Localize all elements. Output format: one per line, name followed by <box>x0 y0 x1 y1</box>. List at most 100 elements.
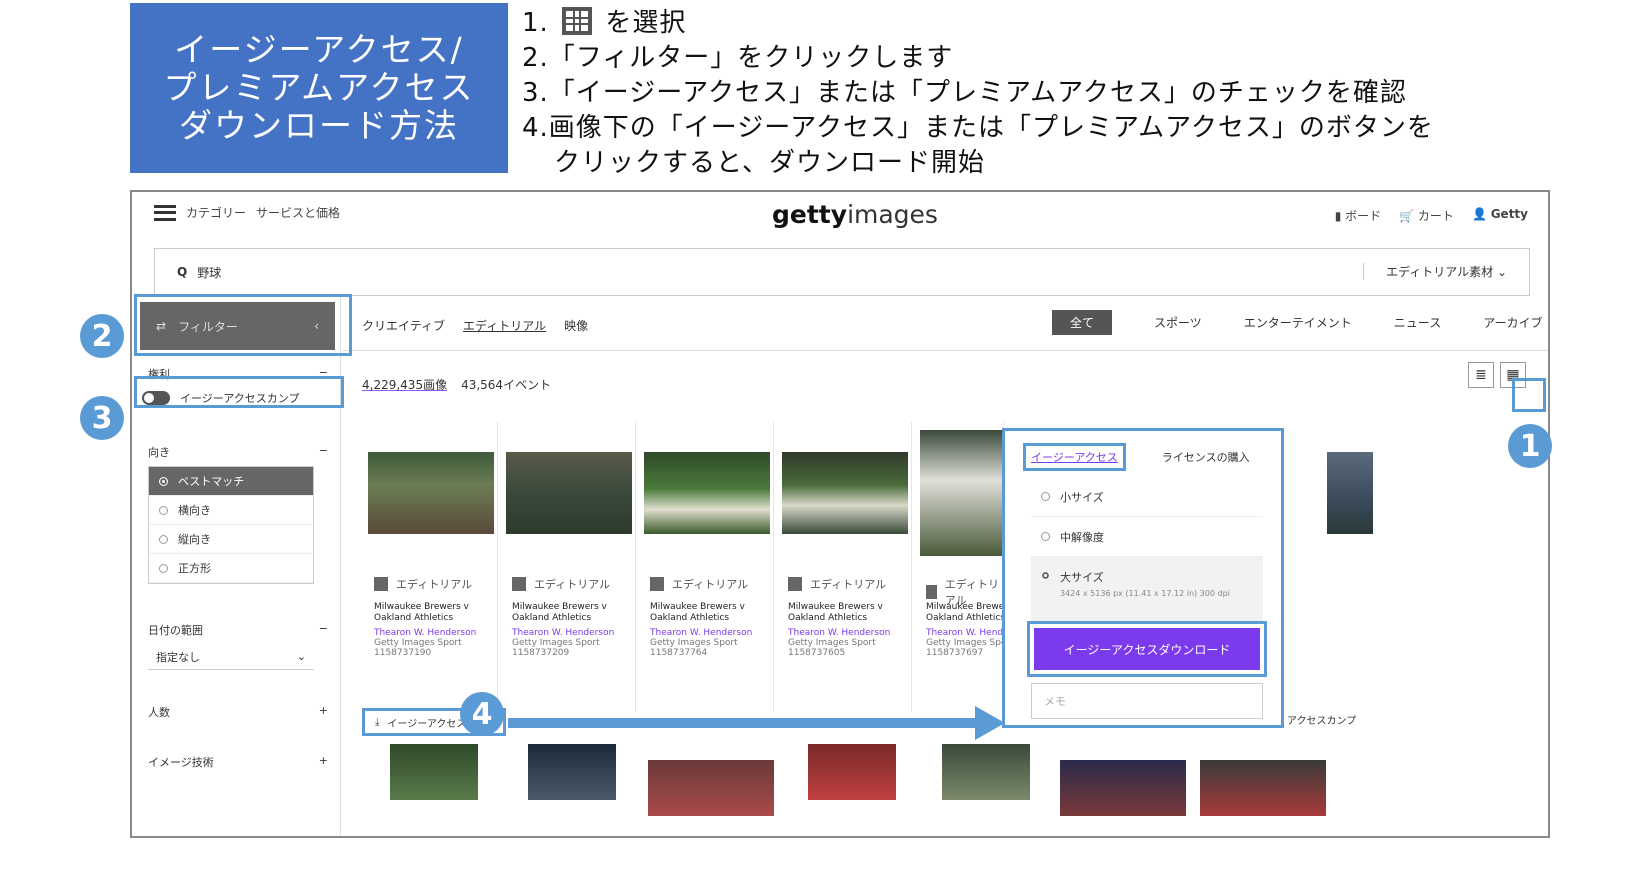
radio-icon <box>159 505 168 515</box>
hamburger-icon[interactable] <box>154 204 176 221</box>
orientation-option[interactable]: 縦向き <box>149 525 313 554</box>
instruction-steps: 1. を選択 2.「フィルター」をクリックします 3.「イージーアクセス」または… <box>522 6 1434 181</box>
image-meta: Thearon W. HendersonGetty Images Sport11… <box>926 628 1004 658</box>
orientation-option[interactable]: ベストマッチ <box>149 467 313 496</box>
tab-archive[interactable]: アーカイブ <box>1483 314 1542 331</box>
tab-editorial[interactable]: エディトリアル <box>463 317 546 334</box>
results-count: 4,229,435画像 43,564イベント <box>362 376 551 393</box>
editorial-badge: エディトリアル <box>374 576 472 592</box>
image-thumbnail[interactable] <box>808 744 896 800</box>
callout-box-toggle <box>134 376 344 408</box>
tab-news[interactable]: ニュース <box>1394 314 1441 331</box>
image-title[interactable]: Milwaukee Brewers v Oakland Athletics <box>788 602 906 624</box>
image-meta: Thearon W. HendersonGetty Images Sport11… <box>650 628 753 658</box>
date-range-section[interactable]: 日付の範囲 − <box>148 622 328 638</box>
download-button-highlight: イージーアクセスダウンロード <box>1027 621 1267 677</box>
boards-link[interactable]: ▮ ボード <box>1335 207 1381 224</box>
image-title[interactable]: Milwaukee Brewers v Oakland Athletics <box>926 602 1003 624</box>
expand-icon[interactable]: + <box>319 754 328 770</box>
image-thumbnail[interactable] <box>942 744 1030 800</box>
category-tabs: 全て スポーツ エンターテイメント ニュース アーカイブ <box>1052 310 1542 335</box>
image-card[interactable]: エディトリアル Milwaukee Brewers v Oakland Athl… <box>914 422 1004 712</box>
people-section[interactable]: 人数 + <box>148 704 328 720</box>
image-meta: Thearon W. HendersonGetty Images Sport11… <box>512 628 615 658</box>
image-title[interactable]: Milwaukee Brewers v Oakland Athletics <box>374 602 492 624</box>
cart-link[interactable]: 🛒 カート <box>1399 207 1454 224</box>
radio-icon <box>159 534 168 544</box>
date-range-select[interactable]: 指定なし ⌄ <box>148 644 314 670</box>
title-line-3: ダウンロード方法 <box>179 106 459 145</box>
image-thumbnail[interactable] <box>368 452 494 534</box>
event-count[interactable]: 43,564イベント <box>461 376 551 393</box>
image-tech-section[interactable]: イメージ技術 + <box>148 754 328 770</box>
list-view-icon[interactable]: ≣ <box>1468 362 1494 388</box>
radio-selected-icon <box>1041 571 1050 580</box>
tab-easy-access[interactable]: イージーアクセス <box>1023 443 1126 471</box>
search-scope-select[interactable]: エディトリアル素材 ⌄ <box>1363 263 1507 280</box>
arrow-right-icon <box>975 706 1005 740</box>
radio-icon <box>159 563 168 573</box>
orientation-section[interactable]: 向き − <box>148 444 328 460</box>
main-menu[interactable]: カテゴリー サービスと価格 <box>154 204 340 221</box>
services-link[interactable]: サービスと価格 <box>256 204 340 221</box>
image-card[interactable] <box>1287 422 1377 712</box>
image-thumbnail[interactable] <box>782 452 908 534</box>
image-count[interactable]: 4,229,435画像 <box>362 376 447 393</box>
collapse-icon[interactable]: − <box>319 444 328 460</box>
callout-number-4: 4 <box>460 692 504 736</box>
tab-video[interactable]: 映像 <box>564 317 588 334</box>
radio-icon <box>1041 532 1050 541</box>
image-thumbnail[interactable] <box>1200 760 1326 816</box>
image-title[interactable]: Milwaukee Brewers v Oakland Athletics <box>512 602 630 624</box>
search-bar[interactable]: Q 野球 エディトリアル素材 ⌄ <box>154 248 1530 296</box>
image-thumbnail[interactable] <box>644 452 770 534</box>
image-thumbnail[interactable] <box>528 744 616 800</box>
image-thumbnail[interactable] <box>506 452 632 534</box>
easy-access-download-button[interactable]: イージーアクセスダウンロード <box>1034 628 1260 670</box>
image-card[interactable]: エディトリアル Milwaukee Brewers v Oakland Athl… <box>362 422 498 712</box>
tab-sports[interactable]: スポーツ <box>1154 314 1202 331</box>
gettyimages-logo[interactable]: gettyimages <box>772 200 938 229</box>
step-4: 4.画像下の「イージーアクセス」または「プレミアムアクセス」のボタンを <box>522 113 1434 143</box>
tab-creative[interactable]: クリエイティブ <box>362 317 445 334</box>
image-thumbnail[interactable] <box>1327 452 1373 534</box>
title-line-1: イージーアクセス/ <box>174 30 464 69</box>
orientation-option[interactable]: 正方形 <box>149 554 313 583</box>
editorial-badge: エディトリアル <box>650 576 748 592</box>
image-title[interactable]: Milwaukee Brewers v Oakland Athletics <box>650 602 768 624</box>
collapse-icon[interactable]: − <box>319 622 328 638</box>
step-2: 2.「フィルター」をクリックします <box>522 43 954 73</box>
image-meta: Thearon W. HendersonGetty Images Sport11… <box>374 628 477 658</box>
image-thumbnail[interactable] <box>648 760 774 816</box>
image-thumbnail[interactable] <box>1060 760 1186 816</box>
tab-entertainment[interactable]: エンターテイメント <box>1244 314 1352 331</box>
memo-input[interactable]: メモ <box>1031 683 1263 719</box>
user-menu[interactable]: 👤 Getty <box>1472 207 1528 224</box>
tab-all[interactable]: 全て <box>1052 310 1113 335</box>
image-thumbnail[interactable] <box>920 430 1003 556</box>
image-card[interactable]: エディトリアル Milwaukee Brewers v Oakland Athl… <box>638 422 774 712</box>
image-thumbnail[interactable] <box>390 744 478 800</box>
title-box: イージーアクセス/ プレミアムアクセス ダウンロード方法 <box>130 3 508 173</box>
popup-tabs: イージーアクセス ライセンスの購入 <box>1023 443 1250 471</box>
easy-access-popup: イージーアクセス ライセンスの購入 小サイズ 中解像度 大サイズ 3424 x 5… <box>1002 428 1284 728</box>
radio-icon <box>1041 492 1050 501</box>
grid-view-icon <box>562 7 593 35</box>
top-right-actions: ▮ ボード 🛒 カート 👤 Getty <box>1335 207 1528 224</box>
step-3: 3.「イージーアクセス」または「プレミアムアクセス」のチェックを確認 <box>522 78 1407 108</box>
orientation-option[interactable]: 横向き <box>149 496 313 525</box>
image-card[interactable]: エディトリアル Milwaukee Brewers v Oakland Athl… <box>500 422 636 712</box>
size-option-medium[interactable]: 中解像度 <box>1031 517 1263 557</box>
tab-purchase-license[interactable]: ライセンスの購入 <box>1162 449 1250 465</box>
size-option-large[interactable]: 大サイズ 3424 x 5136 px (11.41 x 17.12 in) 30… <box>1031 557 1263 623</box>
arrow-shaft <box>508 718 978 728</box>
title-line-2: プレミアムアクセス <box>163 68 475 107</box>
expand-icon[interactable]: + <box>319 704 328 720</box>
image-card[interactable]: エディトリアル Milwaukee Brewers v Oakland Athl… <box>776 422 912 712</box>
categories-link[interactable]: カテゴリー <box>186 204 246 221</box>
callout-number-2: 2 <box>80 314 124 358</box>
access-comp-link[interactable]: アクセスカンプ <box>1287 712 1356 727</box>
size-option-small[interactable]: 小サイズ <box>1031 477 1263 517</box>
step-4-continued: クリックすると、ダウンロード開始 <box>554 148 985 178</box>
search-input[interactable]: 野球 <box>197 264 221 281</box>
